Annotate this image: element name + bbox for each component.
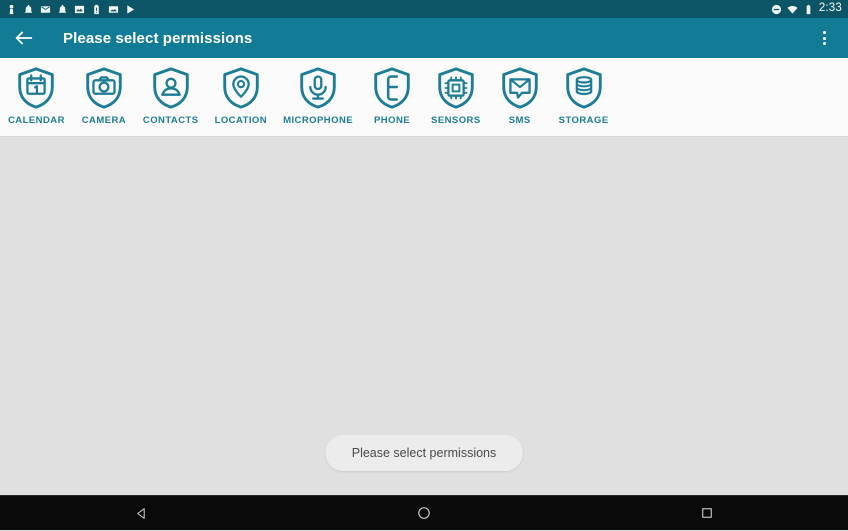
tab-sensors[interactable]: SENSORS [423,58,489,136]
shield-location-icon [223,67,259,109]
notification-bell-icon [58,4,67,13]
nav-recents-square-icon [701,508,712,518]
nav-recents-button[interactable] [672,496,742,531]
tab-label: CONTACTS [142,115,199,126]
tab-phone[interactable]: PHONE [361,58,423,136]
tab-storage[interactable]: STORAGE [551,58,617,136]
permission-content-area: Please select permissions [0,137,848,495]
shield-contacts-icon [153,67,189,109]
shield-microphone-icon [300,67,336,109]
tab-label: STORAGE [558,115,609,126]
tab-label: SMS [508,115,531,126]
tab-camera[interactable]: CAMERA [73,58,135,136]
image-icon [74,5,85,13]
status-bar: 2:33 [0,0,848,18]
battery-icon [806,4,811,14]
shield-sensors-icon [438,67,474,109]
tab-location[interactable]: LOCATION [207,58,276,136]
shield-storage-icon [565,67,602,109]
nav-back-triangle-icon [137,507,145,519]
tab-label: MICROPHONE [283,115,354,126]
battery-alert-icon [94,4,99,14]
notification-bell-icon [24,4,33,13]
app-toolbar: Please select permissions [0,18,848,58]
tab-sms[interactable]: SMS [489,58,551,136]
nav-home-button[interactable] [389,496,459,531]
toast-message: Please select permissions [325,435,523,471]
permission-tab-strip[interactable]: CALENDAR CAMERA CONTACTS LOCATION MICROP… [0,58,848,137]
overflow-menu-icon[interactable] [813,27,835,49]
wifi-icon [787,5,798,14]
email-icon [40,5,51,13]
status-bar-clock: 2:33 [818,2,842,15]
shield-camera-icon [86,67,122,109]
shield-sms-icon [501,67,538,109]
app-screen: 2:33 Please select permissions CALENDAR [0,0,848,530]
back-arrow-icon[interactable] [13,27,35,49]
tab-label: SENSORS [431,115,481,126]
do-not-disturb-icon [771,4,781,14]
photo-icon [108,5,119,13]
page-title: Please select permissions [63,29,253,47]
tab-label: PHONE [374,115,411,126]
nav-home-circle-icon [418,507,430,519]
status-bar-system-icons: 2:33 [771,3,842,15]
tab-label: LOCATION [214,115,268,126]
tab-microphone[interactable]: MICROPHONE [275,58,361,136]
status-bar-notification-icons [6,4,136,15]
person-icon [9,4,14,14]
system-navigation-bar [0,495,848,530]
tab-calendar[interactable]: CALENDAR [0,58,73,136]
tab-label: CAMERA [81,115,127,126]
nav-back-button[interactable] [106,496,176,531]
shield-calendar-icon [18,67,55,109]
tab-label: CALENDAR [8,115,65,126]
shield-phone-icon [374,67,410,109]
tab-contacts[interactable]: CONTACTS [135,58,207,136]
play-icon [127,4,135,14]
